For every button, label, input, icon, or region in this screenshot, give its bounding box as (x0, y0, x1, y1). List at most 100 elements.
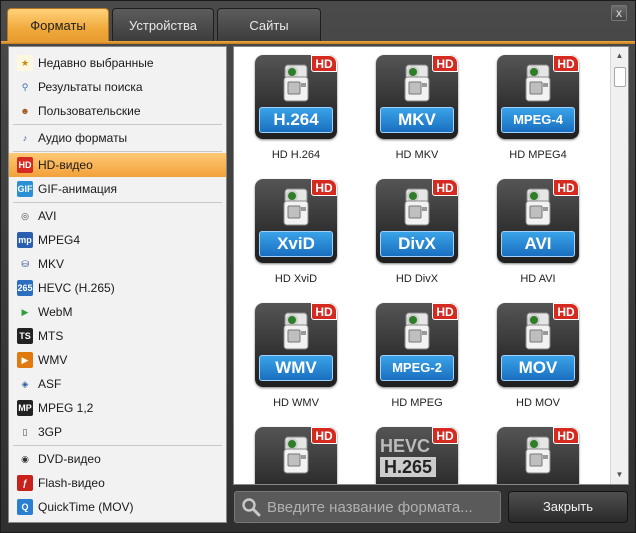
mpeg-icon: MP (17, 400, 33, 416)
format-item[interactable]: HD DivX HD DivX (366, 173, 476, 293)
wmv-icon: ▶ (17, 352, 33, 368)
h265-label: H.265 (380, 457, 437, 477)
format-gallery: HD H.264 HD H.264 HD MKV HD MKV HD MPEG-4 HD M… (233, 46, 629, 485)
sidebar-item[interactable]: ◈ ASF (9, 372, 226, 396)
sidebar-item[interactable]: ◎ AVI (9, 204, 226, 228)
format-window: Форматы Устройства Сайты x ★ Недавно выбр… (0, 0, 636, 533)
sidebar-item-label: GIF-анимация (38, 182, 117, 196)
camcorder-icon (279, 311, 313, 355)
sidebar-item-label: Пользовательские (38, 104, 141, 118)
sidebar-item-label: WMV (38, 353, 68, 367)
sidebar-item[interactable]: ⛁ MKV (9, 252, 226, 276)
scroll-down-icon[interactable]: ▼ (614, 470, 625, 480)
sidebar-item[interactable]: ▶ WMV (9, 348, 226, 372)
sidebar-item[interactable]: ◉ DVD-видео (9, 447, 226, 471)
hd-badge: HD (311, 427, 337, 444)
format-badge: DivX (380, 231, 454, 257)
sidebar-item-label: WebM (38, 305, 73, 319)
film-reel-icon: ◎ (21, 210, 29, 221)
search-icon (242, 498, 261, 517)
sidebar-item[interactable]: ★ Недавно выбранные (9, 51, 226, 75)
camcorder-icon (521, 187, 555, 231)
sidebar-item-label: HEVC (H.265) (38, 281, 115, 295)
note-icon: ♪ (22, 133, 28, 143)
mkv-icon: ⛁ (21, 258, 29, 269)
format-item[interactable]: HD XviD HD XviD (245, 173, 355, 293)
tab-devices[interactable]: Устройства (112, 8, 214, 42)
close-button[interactable]: Закрыть (508, 491, 628, 523)
tab-bar: Форматы Устройства Сайты (7, 8, 324, 42)
format-item[interactable]: HD MPEG-2 HD MPEG (366, 297, 476, 417)
format-caption: HD AVI (520, 273, 556, 285)
camcorder-icon (279, 435, 313, 479)
tab-formats[interactable]: Форматы (7, 8, 109, 42)
tab-underline (1, 41, 635, 44)
scroll-up-icon[interactable]: ▲ (614, 51, 625, 61)
sidebar-item[interactable]: MP MPEG 1,2 (9, 396, 226, 420)
format-tile: HD (255, 427, 337, 484)
camcorder-icon (521, 63, 555, 107)
gallery-scrollbar[interactable]: ▲ ▼ (610, 47, 628, 484)
format-tile: HD AVI (497, 179, 579, 263)
sidebar-item-label: AVI (38, 209, 57, 223)
hd-badge: HD (432, 427, 458, 444)
format-item[interactable]: HD (487, 421, 597, 484)
sidebar-item[interactable]: HD HD-видео (9, 153, 226, 177)
hd-badge: HD (432, 303, 458, 320)
sidebar-item[interactable]: GIF GIF-анимация (9, 177, 226, 201)
camcorder-icon (400, 63, 434, 107)
play-icon: ▶ (21, 306, 29, 317)
user-icon: ☻ (20, 106, 30, 116)
sidebar-item-label: Недавно выбранные (38, 56, 154, 70)
sidebar-item[interactable]: ▶ WebM (9, 300, 226, 324)
scroll-thumb[interactable] (614, 67, 626, 87)
hd-badge: HD (432, 55, 458, 72)
format-item[interactable]: HD WMV HD WMV (245, 297, 355, 417)
sidebar-item[interactable]: ƒ Flash-видео (9, 471, 226, 495)
sidebar-divider (13, 124, 222, 125)
sidebar-divider (13, 202, 222, 203)
format-badge: MPEG-2 (380, 355, 454, 381)
sidebar-item[interactable]: ⚲ Результаты поиска (9, 75, 226, 99)
category-sidebar: ★ Недавно выбранные ⚲ Результаты поиска ☻ Пол… (8, 46, 227, 523)
camcorder-icon (521, 311, 555, 355)
sidebar-item-label: MKV (38, 257, 65, 271)
sidebar-item-label: QuickTime (MOV) (38, 500, 134, 514)
sidebar-item[interactable]: mp MPEG4 (9, 228, 226, 252)
format-item[interactable]: HD H.264 HD H.264 (245, 49, 355, 169)
sidebar-item[interactable]: Q QuickTime (MOV) (9, 495, 226, 519)
gif-icon: GIF (17, 181, 33, 197)
tab-sites[interactable]: Сайты (217, 8, 321, 42)
format-tile: HD WMV (255, 303, 337, 387)
format-item[interactable]: HEVC H.265 HD (366, 421, 476, 484)
format-caption: HD WMV (273, 397, 319, 409)
sidebar-item[interactable]: ♪ Аудио форматы (9, 126, 226, 150)
format-item[interactable]: HD MKV HD MKV (366, 49, 476, 169)
search-input[interactable] (267, 498, 497, 516)
format-caption: HD H.264 (271, 149, 321, 161)
sidebar-item[interactable]: TS MTS (9, 324, 226, 348)
format-caption: HD MKV (395, 149, 439, 161)
hevc-icon: 265 (17, 280, 33, 296)
sidebar-item-label: Результаты поиска (38, 80, 143, 94)
format-item[interactable]: HD (245, 421, 355, 484)
asf-icon: ◈ (21, 378, 29, 389)
format-tile: HD XviD (255, 179, 337, 263)
format-tile: HD MPEG-2 (376, 303, 458, 387)
camcorder-icon (521, 435, 555, 479)
format-item[interactable]: HD AVI HD AVI (487, 173, 597, 293)
format-item[interactable]: HD MPEG-4 HD MPEG4 (487, 49, 597, 169)
search-results-icon: ⚲ (21, 81, 29, 92)
sidebar-divider (13, 445, 222, 446)
sidebar-item[interactable]: ▯ 3GP (9, 420, 226, 444)
recent-icon: ★ (17, 55, 33, 71)
format-tile: HD MPEG-4 (497, 55, 579, 139)
window-close-icon[interactable]: x (611, 5, 627, 21)
format-badge: MOV (501, 355, 575, 381)
sidebar-item[interactable]: ☻ Пользовательские (9, 99, 226, 123)
format-item[interactable]: HD MOV HD MOV (487, 297, 597, 417)
sidebar-item[interactable]: 265 HEVC (H.265) (9, 276, 226, 300)
format-badge: H.264 (259, 107, 333, 133)
hd-icon: HD (17, 157, 33, 173)
format-tile: HEVC H.265 HD (376, 427, 458, 484)
